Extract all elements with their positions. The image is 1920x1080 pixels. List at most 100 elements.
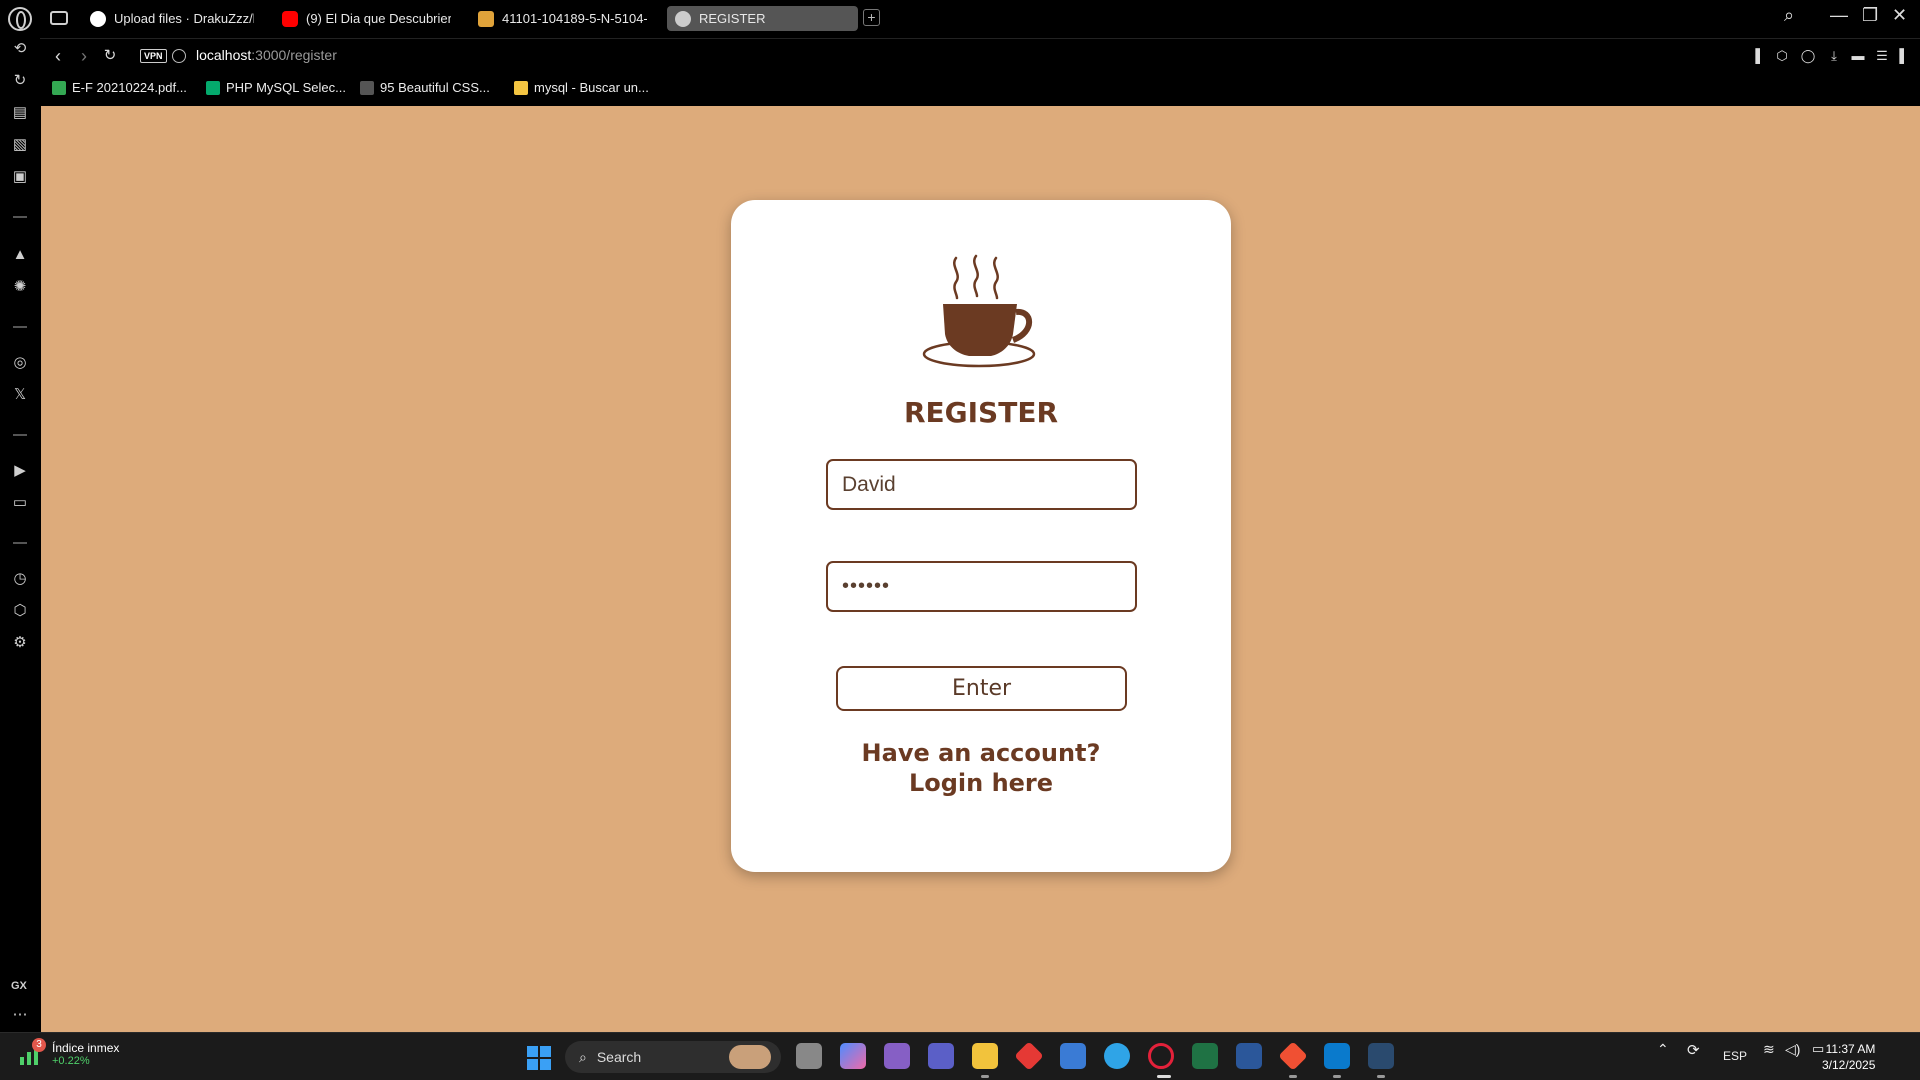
copilot-icon[interactable] xyxy=(840,1043,866,1069)
teams-icon[interactable] xyxy=(928,1043,954,1069)
coffee-cup-icon xyxy=(922,254,1036,368)
back-button[interactable]: ‹ xyxy=(48,46,68,66)
w3schools-icon xyxy=(206,80,220,95)
download-icon[interactable]: ⤓ xyxy=(1826,48,1842,64)
whatsapp-icon[interactable]: ◎ xyxy=(11,354,29,372)
login-link-line1: Have an account? xyxy=(861,739,1101,767)
sidebar-toggle-icon[interactable]: ▌ xyxy=(1896,48,1912,64)
easy-setup-icon[interactable]: ☰ xyxy=(1874,48,1890,64)
stock-widget[interactable]: 3 Índice inmex +0.22% xyxy=(18,1038,120,1067)
volume-icon[interactable]: ◁) xyxy=(1785,1041,1800,1058)
sidebar-divider xyxy=(13,542,27,544)
clock-date: 3/12/2025 xyxy=(1822,1058,1876,1072)
sidebar-divider xyxy=(13,434,27,436)
opera-logo-icon[interactable] xyxy=(8,7,32,31)
word-icon[interactable] xyxy=(1236,1043,1262,1069)
excel-icon[interactable] xyxy=(1192,1043,1218,1069)
more-icon[interactable]: ⋯ xyxy=(11,1006,29,1024)
tab-island-icon[interactable] xyxy=(50,11,68,25)
player-icon[interactable]: ▶ xyxy=(11,462,29,480)
wallet-icon[interactable]: ▭ xyxy=(11,494,29,512)
running-indicator xyxy=(981,1075,989,1078)
new-tab-button[interactable]: + xyxy=(863,9,880,26)
site-icon xyxy=(360,80,374,95)
chevron-up-icon[interactable]: ⌃ xyxy=(1657,1041,1669,1058)
reload-button[interactable]: ↻ xyxy=(100,46,120,66)
register-card: REGISTER Enter Have an account? Login he… xyxy=(731,200,1231,872)
chatgpt-icon[interactable]: ✺ xyxy=(11,278,29,296)
sync-icon[interactable]: ⟲ xyxy=(11,40,29,58)
login-link[interactable]: Have an account? Login here xyxy=(731,738,1231,798)
x-twitter-icon[interactable]: 𝕏 xyxy=(11,386,29,404)
tab-youtube[interactable]: (9) El Dia que Descubriero xyxy=(274,6,459,31)
tab-register[interactable]: REGISTER xyxy=(667,6,858,31)
username-input[interactable] xyxy=(826,459,1137,510)
clock-time: 11:37 AM xyxy=(1825,1042,1876,1056)
windows-taskbar: 3 Índice inmex +0.22% ⌕ Search ⌃ ⟳ ESP ≋… xyxy=(0,1032,1920,1080)
git-icon[interactable] xyxy=(1278,1041,1308,1071)
wifi-icon[interactable]: ≋ xyxy=(1763,1041,1775,1058)
store-icon[interactable] xyxy=(1060,1043,1086,1069)
browser-sidebar: ⟲ ↻ ▤ ▧ ▣ ▲ ✺ ◎ 𝕏 ▶ ▭ ◷ ⬡ ⚙ GX ⋯ xyxy=(0,36,40,1032)
page-title: REGISTER xyxy=(903,396,1059,429)
help-icon[interactable] xyxy=(1104,1043,1130,1069)
tab-github[interactable]: Upload files · DrakuZzz/lo xyxy=(82,6,262,31)
opera-gx-icon[interactable] xyxy=(1148,1043,1174,1069)
taskbar-search[interactable]: ⌕ Search xyxy=(565,1041,781,1073)
login-link-line2: Login here xyxy=(908,769,1054,797)
password-input[interactable] xyxy=(826,561,1137,612)
ram-limiter-icon[interactable]: ▣ xyxy=(11,168,29,186)
sync-tray-icon[interactable]: ⟳ xyxy=(1687,1041,1700,1059)
google-drive-icon xyxy=(52,80,66,95)
history-icon[interactable]: ◷ xyxy=(11,570,29,588)
extensions-icon[interactable]: ⬡ xyxy=(11,602,29,620)
snapshot-icon[interactable]: ⬡ xyxy=(1774,48,1790,64)
visual-studio-icon[interactable] xyxy=(884,1043,910,1069)
windows-start-icon[interactable] xyxy=(527,1046,551,1070)
vscode-icon[interactable] xyxy=(1324,1043,1350,1069)
search-tabs-icon[interactable]: ⌕ xyxy=(1784,5,1794,26)
site-info-icon[interactable] xyxy=(172,49,186,63)
anydesk-icon[interactable] xyxy=(1014,1041,1044,1071)
running-indicator xyxy=(1333,1075,1341,1078)
settings-icon[interactable]: ⚙ xyxy=(11,634,29,652)
running-indicator xyxy=(1377,1075,1385,1078)
battery-saver-icon[interactable]: ▬ xyxy=(1850,48,1866,64)
clock[interactable]: 11:37 AM 3/12/2025 xyxy=(1822,1041,1875,1073)
bookmark-item[interactable]: PHP MySQL Selec... xyxy=(206,80,346,95)
vpn-badge[interactable]: VPN xyxy=(140,49,167,63)
cleaner-icon[interactable]: ▤ xyxy=(11,104,29,122)
enter-button[interactable]: Enter xyxy=(836,666,1127,711)
bookmark-item[interactable]: mysql - Buscar un... xyxy=(514,80,649,95)
bookmark-item[interactable]: 95 Beautiful CSS... xyxy=(360,80,490,95)
forward-button[interactable]: › xyxy=(74,46,94,66)
stackoverflow-icon xyxy=(514,80,528,95)
file-explorer-icon[interactable] xyxy=(972,1043,998,1069)
bookmark-item[interactable]: E-F 20210224.pdf... xyxy=(52,80,187,95)
mysql-workbench-icon[interactable] xyxy=(1368,1043,1394,1069)
search-label: Search xyxy=(596,1049,642,1065)
widget-title: Índice inmex xyxy=(52,1041,120,1055)
chart-icon: 3 xyxy=(18,1038,46,1067)
minimize-button[interactable]: — xyxy=(1830,5,1848,26)
profile-icon[interactable]: ◯ xyxy=(1800,48,1816,64)
restore-button[interactable]: ❐ xyxy=(1862,5,1878,26)
close-window-button[interactable]: ✕ xyxy=(1892,5,1907,26)
display-icon[interactable]: ▧ xyxy=(11,136,29,154)
gx-label[interactable]: GX xyxy=(11,980,27,992)
url-field[interactable]: localhost:3000/register xyxy=(196,47,337,63)
refresh-icon[interactable]: ↻ xyxy=(11,72,29,90)
search-icon: ⌕ xyxy=(579,1048,587,1065)
sidebar-divider xyxy=(13,216,27,218)
language-indicator[interactable]: ESP xyxy=(1723,1049,1747,1063)
page-viewport: REGISTER Enter Have an account? Login he… xyxy=(41,106,1920,1032)
globe-icon xyxy=(675,10,691,27)
search-highlight-image xyxy=(729,1045,771,1069)
address-bar: ‹ › ↻ VPN localhost:3000/register ▌ ⬡ ◯ … xyxy=(40,38,1920,72)
aria-icon[interactable]: ▲ xyxy=(11,246,29,264)
tab-document[interactable]: 41101-104189-5-N-5104-3 xyxy=(470,6,655,31)
github-icon xyxy=(90,10,106,27)
notification-badge: 3 xyxy=(32,1038,46,1052)
pin-icon[interactable]: ▌ xyxy=(1752,48,1768,64)
task-view-icon[interactable] xyxy=(796,1043,822,1069)
